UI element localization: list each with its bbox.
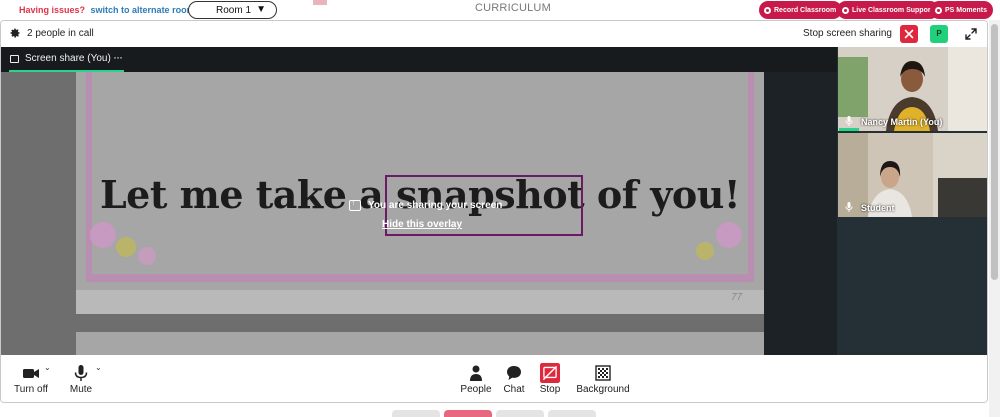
- camera-icon: [23, 369, 39, 378]
- room-select-value: Room 1: [216, 4, 252, 16]
- mute-label: Mute: [69, 384, 93, 395]
- record-classroom-button[interactable]: Record Classroom: [759, 1, 843, 19]
- share-screen-icon: [349, 197, 361, 211]
- participant-tile[interactable]: Nancy Martin (You): [838, 47, 987, 131]
- speaking-indicator: [839, 128, 859, 131]
- curriculum-title[interactable]: CURRICULUM: [475, 2, 551, 14]
- screen-share-tab[interactable]: Screen share (You): [10, 53, 111, 64]
- participant-name: Student: [861, 203, 895, 213]
- p-badge-button[interactable]: P: [930, 25, 948, 43]
- microphone-icon: [845, 202, 853, 212]
- stop-sharing-label: Stop screen sharing: [803, 28, 892, 39]
- chevron-down-icon[interactable]: ⌄: [44, 363, 51, 372]
- record-icon: [764, 6, 771, 14]
- participant-tile[interactable]: Student: [838, 133, 987, 217]
- more-options-icon[interactable]: ···: [113, 50, 123, 64]
- bottom-tab[interactable]: [548, 410, 596, 417]
- switch-room-link[interactable]: switch to alternate room: [91, 5, 195, 15]
- sharing-overlay: You are sharing your screen: [349, 197, 503, 211]
- next-slide-preview: [76, 332, 764, 355]
- participant-tiles: Nancy Martin (You) Student: [837, 47, 987, 355]
- record-icon: [935, 6, 942, 14]
- bottom-tab[interactable]: [444, 410, 492, 417]
- mute-button[interactable]: Mute: [51, 355, 111, 402]
- caret-down-icon: ▼: [256, 4, 266, 15]
- ps-moments-label: PS Moments: [945, 6, 988, 14]
- stop-share-icon: [540, 363, 560, 383]
- issues-text: Having issues?: [19, 5, 86, 15]
- close-icon: [904, 29, 914, 39]
- monitor-icon: [10, 54, 19, 63]
- video-stage: Screen share (You) ··· 77 Let me take a …: [1, 47, 987, 355]
- flower-decoration: [138, 247, 156, 265]
- flower-decoration: [90, 222, 116, 248]
- live-support-label: Live Classroom Support: [852, 6, 933, 14]
- microphone-icon: [845, 116, 853, 126]
- app-root: Having issues? switch to alternate room …: [0, 0, 1000, 417]
- expand-icon[interactable]: [963, 26, 979, 42]
- person-icon: [470, 365, 482, 381]
- people-count: 2 people in call: [27, 28, 94, 39]
- sharing-overlay-text: You are sharing your screen: [368, 200, 503, 211]
- flower-decoration: [116, 237, 136, 257]
- call-header: 2 people in call Stop screen sharing P: [1, 21, 987, 47]
- background-icon: [595, 365, 611, 381]
- screen-share-tab-bar: Screen share (You) ···: [1, 47, 837, 72]
- background-label: Background: [576, 384, 630, 395]
- slide-page-number: 77: [731, 292, 743, 303]
- bottom-tab[interactable]: [392, 410, 440, 417]
- top-bar: Having issues? switch to alternate room …: [0, 0, 1000, 20]
- slide-footer-strip: [76, 290, 764, 314]
- screen-share-tab-label: Screen share (You): [25, 53, 111, 64]
- microphone-icon: [74, 365, 88, 381]
- page-scrollbar[interactable]: [989, 20, 1000, 417]
- bottom-tab[interactable]: [496, 410, 544, 417]
- scrollbar-thumb[interactable]: [991, 24, 998, 280]
- participant-name: Nancy Martin (You): [861, 117, 943, 127]
- issues-notice: Having issues? switch to alternate room: [19, 5, 195, 15]
- chevron-down-icon[interactable]: ⌄: [95, 363, 102, 372]
- shared-screen: 77 Let me take a snapshot of you! You ar…: [1, 72, 837, 355]
- stop-sharing-button[interactable]: [900, 25, 918, 43]
- video-call-panel: 2 people in call Stop screen sharing P S…: [0, 20, 988, 403]
- flower-decoration: [716, 222, 742, 248]
- stage-gutter: [764, 72, 837, 355]
- hide-overlay-link[interactable]: Hide this overlay: [382, 219, 462, 230]
- tab-marker: [313, 0, 327, 5]
- record-icon: [842, 6, 849, 14]
- ps-moments-button[interactable]: PS Moments: [930, 1, 994, 19]
- room-select[interactable]: Room 1 ▼: [188, 1, 277, 19]
- record-classroom-label: Record Classroom: [774, 6, 837, 14]
- call-toolbar: Turn off ⌄ Mute ⌄ People Chat Stop Backg…: [1, 355, 987, 402]
- flower-decoration: [696, 242, 714, 260]
- gear-icon[interactable]: [9, 27, 21, 39]
- background-button[interactable]: Background: [567, 355, 639, 402]
- live-support-button[interactable]: Live Classroom Support: [837, 1, 939, 19]
